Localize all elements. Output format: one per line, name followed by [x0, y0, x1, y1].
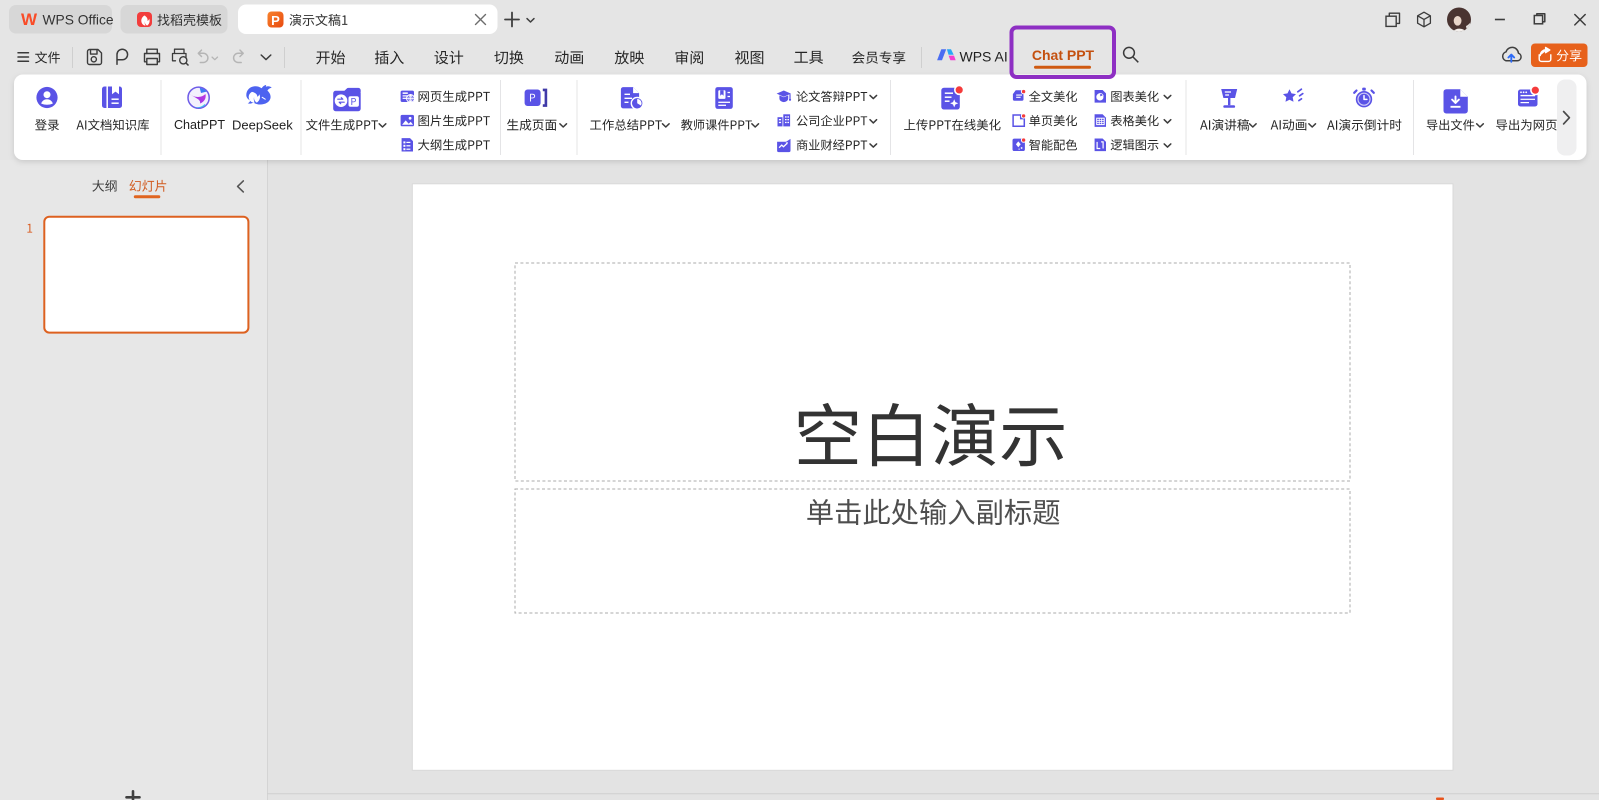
- svg-text:P: P: [271, 13, 280, 28]
- svg-text:WPS AI: WPS AI: [960, 49, 1008, 65]
- svg-text:W: W: [21, 10, 38, 29]
- svg-text:DeepSeek: DeepSeek: [232, 117, 293, 132]
- svg-text:WPS Office: WPS Office: [43, 13, 114, 28]
- svg-text:Chat PPT: Chat PPT: [1032, 47, 1095, 63]
- svg-text:ChatPPT: ChatPPT: [174, 118, 225, 132]
